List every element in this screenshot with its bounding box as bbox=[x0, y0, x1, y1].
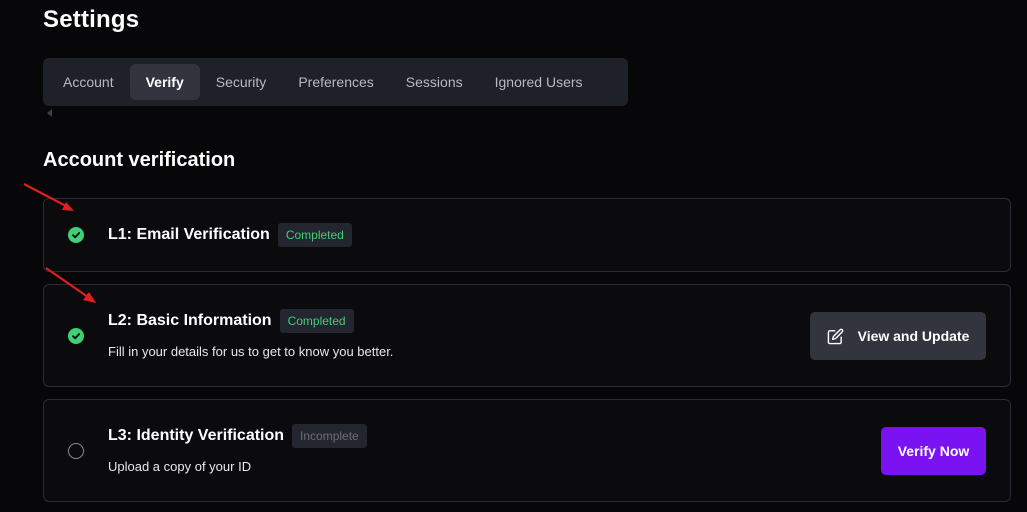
tab-verify[interactable]: Verify bbox=[129, 64, 200, 100]
page-title: Settings bbox=[43, 6, 140, 33]
empty-circle-icon bbox=[68, 443, 84, 459]
section-title: Account verification bbox=[43, 149, 236, 171]
verification-card-l1: L1: Email Verification Completed bbox=[43, 198, 1011, 272]
view-and-update-button[interactable]: View and Update bbox=[810, 312, 986, 360]
card-heading: L1: Email Verification bbox=[108, 226, 270, 243]
tab-sessions[interactable]: Sessions bbox=[390, 64, 479, 100]
card-description: Fill in your details for us to get to kn… bbox=[108, 344, 394, 359]
tab-security[interactable]: Security bbox=[200, 64, 283, 100]
scroll-left-caret-icon[interactable] bbox=[47, 109, 52, 117]
tab-account[interactable]: Account bbox=[47, 64, 130, 100]
status-badge: Completed bbox=[277, 223, 352, 247]
tab-preferences[interactable]: Preferences bbox=[282, 64, 389, 100]
check-circle-icon bbox=[68, 227, 84, 243]
view-and-update-label: View and Update bbox=[857, 328, 970, 344]
edit-icon bbox=[827, 328, 843, 344]
tab-ignored-users[interactable]: Ignored Users bbox=[479, 64, 599, 100]
check-circle-icon bbox=[68, 328, 84, 344]
status-badge: Incomplete bbox=[292, 424, 367, 448]
verification-card-l2: L2: Basic Information Completed Fill in … bbox=[43, 284, 1011, 387]
card-description: Upload a copy of your ID bbox=[108, 459, 252, 474]
card-heading: L2: Basic Information bbox=[108, 312, 272, 329]
settings-tabs: Account Verify Security Preferences Sess… bbox=[43, 58, 628, 106]
status-badge: Completed bbox=[279, 309, 354, 333]
verify-now-button[interactable]: Verify Now bbox=[881, 427, 986, 475]
verification-card-l3: L3: Identity Verification Incomplete Upl… bbox=[43, 399, 1011, 502]
card-heading: L3: Identity Verification bbox=[108, 427, 285, 444]
